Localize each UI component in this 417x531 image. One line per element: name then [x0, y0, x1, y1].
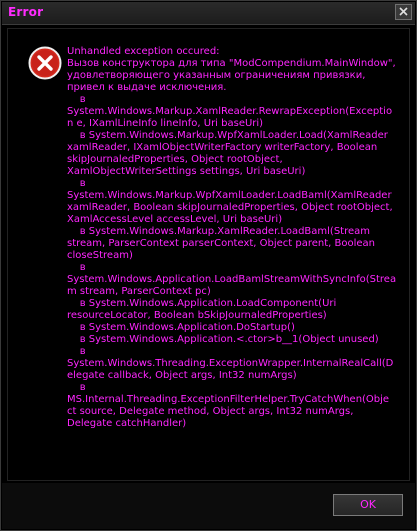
- message-line: Вызов конструктора для типа "ModCompendi…: [67, 58, 396, 69]
- message-line: Delegate catchHandler): [67, 418, 187, 429]
- exception-message: Unhandled exception occured: Вызов конст…: [67, 46, 397, 430]
- message-line: xamlReader, IXamlObjectWriterFactory wri…: [67, 142, 378, 153]
- message-line: в System.Windows.Application.<.ctor>b__1…: [67, 334, 379, 345]
- message-line: Unhandled exception occured:: [67, 46, 220, 57]
- message-line: System.Windows.Application.LoadBamlStrea…: [67, 274, 397, 285]
- message-line: в: [67, 382, 86, 393]
- message-line: System.Windows.Markup.WpfXamlLoader.Load…: [67, 190, 392, 201]
- message-line: в: [67, 94, 86, 105]
- message-line: ct source, Delegate method, Object args,…: [67, 406, 354, 417]
- message-line: elegate callback, Object args, Int32 num…: [67, 370, 297, 381]
- message-line: в: [67, 178, 86, 189]
- window-title: Error: [8, 5, 44, 19]
- message-line: skipJournaledProperties, Object rootObje…: [67, 154, 283, 165]
- message-line: m stream, ParserContext pc): [67, 286, 211, 297]
- message-line: MS.Internal.Threading.ExceptionFilterHel…: [67, 394, 390, 405]
- message-line: stream, ParserContext parserContext, Obj…: [67, 238, 376, 249]
- message-line: в System.Windows.Markup.XamlReader.LoadB…: [67, 226, 371, 237]
- message-line: System.Windows.Markup.XamlReader.RewrapE…: [67, 106, 393, 117]
- message-line: xamlReader, Boolean skipJournaledPropert…: [67, 202, 393, 213]
- message-line: привел к выдаче исключения.: [67, 82, 227, 93]
- message-line: в System.Windows.Markup.WpfXamlLoader.Lo…: [67, 130, 388, 141]
- message-line: n e, IXamlLineInfo lineInfo, Uri baseUri…: [67, 118, 264, 129]
- message-line: в: [67, 346, 86, 357]
- ok-button[interactable]: OK: [333, 494, 403, 516]
- close-button[interactable]: [395, 4, 412, 20]
- error-dialog-window: Error Unhandled exception occured: Вызов…: [0, 0, 417, 531]
- message-line: XamlObjectWriterSettings settings, Uri b…: [67, 166, 306, 177]
- message-line: XamlAccessLevel accessLevel, Uri baseUri…: [67, 214, 283, 225]
- message-panel: Unhandled exception occured: Вызов конст…: [7, 28, 410, 481]
- message-line: удовлетворяющего указанным ограничениям …: [67, 70, 366, 81]
- message-line: в System.Windows.Application.LoadCompone…: [67, 298, 337, 309]
- close-icon: [399, 7, 408, 16]
- title-bar[interactable]: Error: [2, 2, 415, 25]
- message-line: в System.Windows.Application.DoStartup(): [67, 322, 295, 333]
- error-icon: [28, 46, 62, 80]
- message-line: closeStream): [67, 250, 133, 261]
- message-line: System.Windows.Threading.ExceptionWrappe…: [67, 358, 394, 369]
- message-line: в: [67, 262, 86, 273]
- message-line: resourceLocator, Boolean bSkipJournaledP…: [67, 310, 327, 321]
